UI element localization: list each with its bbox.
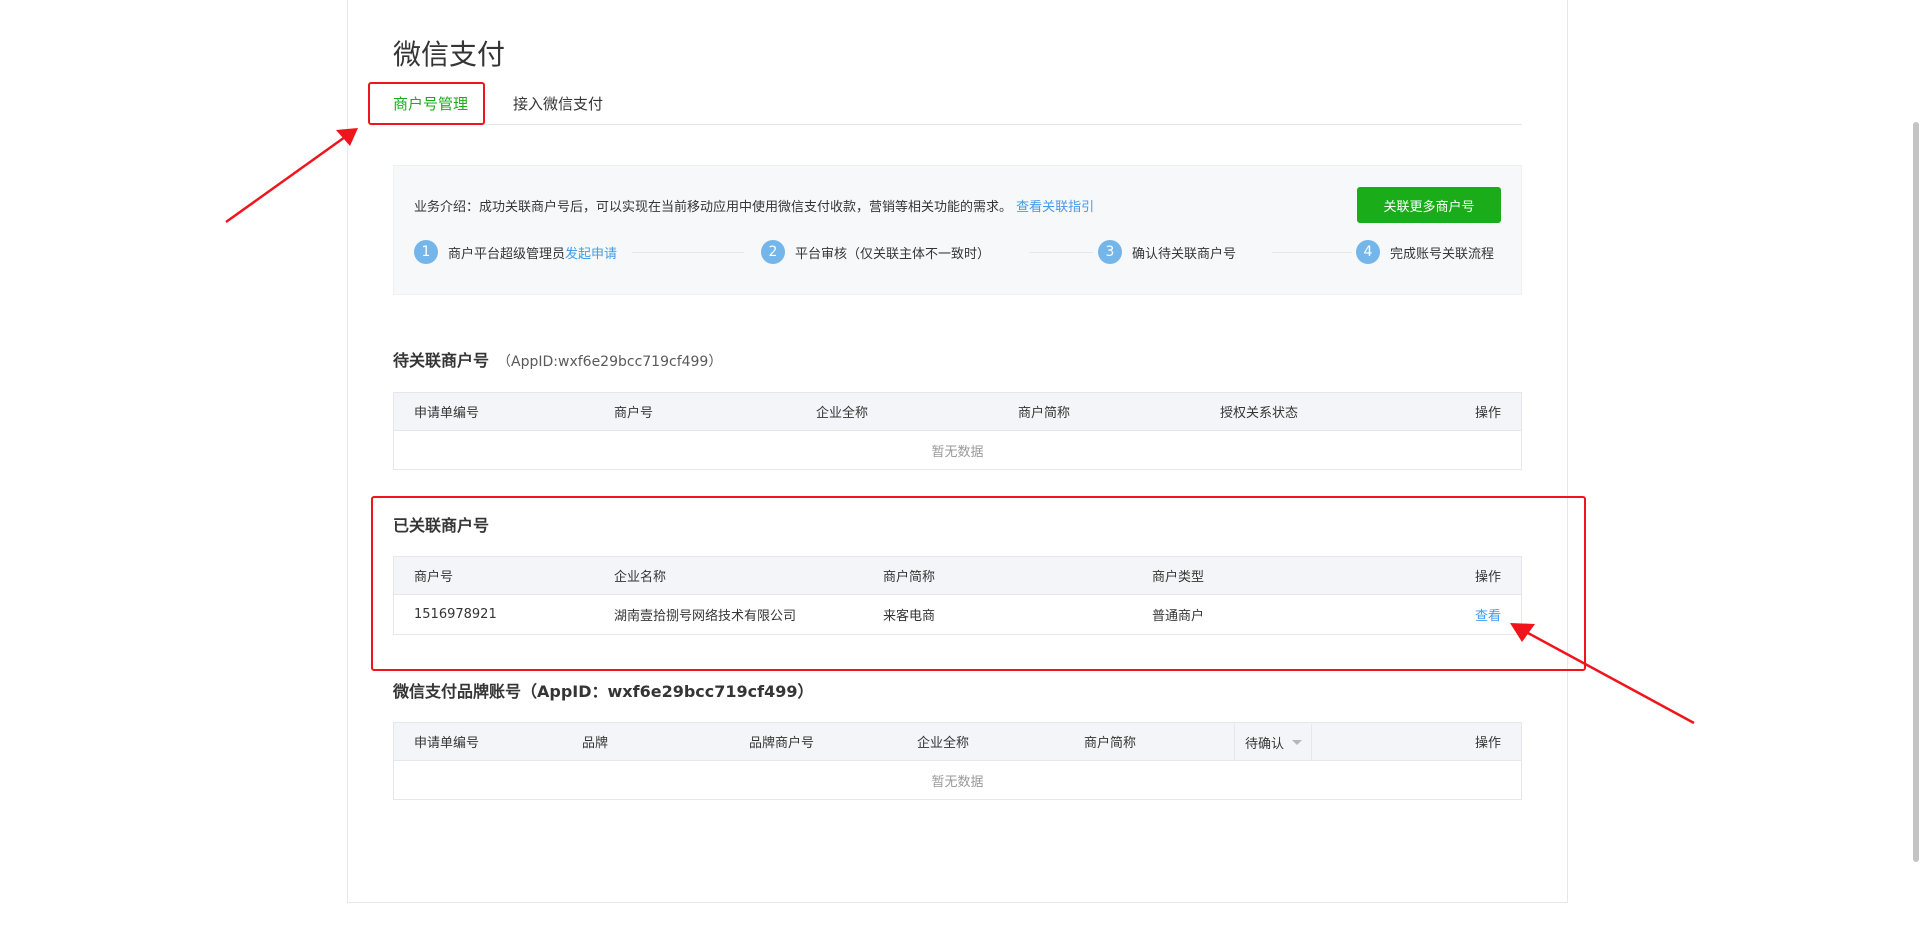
empty-state: 暂无数据 xyxy=(931,444,984,460)
column-header: 品牌商户号 xyxy=(749,736,815,751)
step-connector xyxy=(632,252,744,253)
column-header: 企业全称 xyxy=(816,406,869,421)
column-header: 商户号 xyxy=(614,406,654,421)
column-header: 操作 xyxy=(1474,736,1501,751)
intro-box: 业务介绍：成功关联商户号后，可以实现在当前移动应用中使用微信支付收款，营销等相关… xyxy=(393,165,1522,295)
caret-down-icon xyxy=(1292,739,1303,745)
table-header: 商户号 企业名称 商户简称 商户类型 操作 xyxy=(394,557,1521,595)
step-label: 平台审核（仅关联主体不一致时） xyxy=(795,246,991,262)
view-link[interactable]: 查看 xyxy=(1475,595,1501,634)
page-stage: 微信支付 商户号管理 接入微信支付 业务介绍：成功关联商户号后，可以实现在当前移… xyxy=(0,0,1920,937)
column-header: 商户简称 xyxy=(1018,406,1071,421)
column-header: 操作 xyxy=(1474,570,1501,585)
company-name-cell: 湖南壹拾捌号网络技术有限公司 xyxy=(614,609,797,624)
step-number: 2 xyxy=(761,240,785,264)
brand-table: 申请单编号 品牌 品牌商户号 企业全称 商户简称 待确认 操作 暂无数据 xyxy=(393,722,1522,800)
column-header: 商户类型 xyxy=(1152,570,1205,585)
column-header: 授权关系状态 xyxy=(1220,406,1299,421)
column-header: 申请单编号 xyxy=(414,736,480,751)
step-number: 3 xyxy=(1098,240,1122,264)
step-3: 3 确认待关联商户号 xyxy=(1098,240,1236,264)
linked-section-title: 已关联商户号 xyxy=(393,516,490,535)
link-more-merchants-button[interactable]: 关联更多商户号 xyxy=(1357,187,1501,223)
tab-merchant-management[interactable]: 商户号管理 xyxy=(393,93,468,114)
view-guide-link[interactable]: 查看关联指引 xyxy=(1016,200,1094,215)
step-2: 2 平台审核（仅关联主体不一致时） xyxy=(761,240,990,264)
tab-connect-wechat-pay[interactable]: 接入微信支付 xyxy=(513,93,603,114)
steps-bar: 1 商户平台超级管理员 发起申请 2 平台审核（仅关联主体不一致时） 3 确认待… xyxy=(414,240,1502,266)
tab-bar: 商户号管理 接入微信支付 xyxy=(393,87,1522,125)
column-header: 操作 xyxy=(1474,406,1501,421)
step-4: 4 完成账号关联流程 xyxy=(1356,240,1494,264)
status-filter-value: 待确认 xyxy=(1245,736,1285,752)
intro-description: 业务介绍：成功关联商户号后，可以实现在当前移动应用中使用微信支付收款，营销等相关… xyxy=(414,196,1094,215)
status-filter-dropdown[interactable]: 待确认 xyxy=(1234,724,1312,760)
pending-title: 待关联商户号 xyxy=(393,351,490,370)
intro-text: 业务介绍：成功关联商户号后，可以实现在当前移动应用中使用微信支付收款，营销等相关… xyxy=(414,200,1013,215)
table-header: 申请单编号 商户号 企业全称 商户简称 授权关系状态 操作 xyxy=(394,393,1521,431)
page-title: 微信支付 xyxy=(393,38,506,71)
merchant-id-cell: 1516978921 xyxy=(414,607,497,622)
submit-application-link[interactable]: 发起申请 xyxy=(565,243,617,262)
step-connector xyxy=(1272,252,1352,253)
scrollbar-thumb[interactable] xyxy=(1913,122,1919,862)
table-header: 申请单编号 品牌 品牌商户号 企业全称 商户简称 待确认 操作 xyxy=(394,723,1521,761)
column-header: 品牌 xyxy=(582,736,609,751)
linked-table: 商户号 企业名称 商户简称 商户类型 操作 1516978921 湖南壹拾捌号网… xyxy=(393,556,1522,635)
table-row: 1516978921 湖南壹拾捌号网络技术有限公司 来客电商 普通商户 查看 xyxy=(394,595,1521,634)
column-header: 企业全称 xyxy=(917,736,970,751)
step-number: 1 xyxy=(414,240,438,264)
pending-appid: （AppID:wxf6e29bcc719cf499） xyxy=(497,354,723,370)
brand-section-title: 微信支付品牌账号（AppID：wxf6e29bcc719cf499） xyxy=(393,682,814,701)
scrollbar-track[interactable] xyxy=(1912,0,1920,937)
step-label: 完成账号关联流程 xyxy=(1390,246,1495,262)
merchant-type-cell: 普通商户 xyxy=(1152,609,1205,624)
step-label: 确认待关联商户号 xyxy=(1132,246,1237,262)
step-connector xyxy=(1029,252,1093,253)
pending-section-title: 待关联商户号 （AppID:wxf6e29bcc719cf499） xyxy=(393,347,722,371)
step-number: 4 xyxy=(1356,240,1380,264)
column-header: 申请单编号 xyxy=(414,406,480,421)
annotation-arrow-line xyxy=(225,135,346,224)
short-name-cell: 来客电商 xyxy=(883,609,936,624)
empty-state: 暂无数据 xyxy=(931,774,984,790)
step-1: 1 商户平台超级管理员 发起申请 xyxy=(414,240,617,264)
column-header: 商户简称 xyxy=(1084,736,1137,751)
step-label: 商户平台超级管理员 xyxy=(448,246,566,262)
column-header: 企业名称 xyxy=(614,570,667,585)
column-header: 商户简称 xyxy=(883,570,936,585)
pending-table: 申请单编号 商户号 企业全称 商户简称 授权关系状态 操作 暂无数据 xyxy=(393,392,1522,470)
column-header: 商户号 xyxy=(414,570,454,585)
